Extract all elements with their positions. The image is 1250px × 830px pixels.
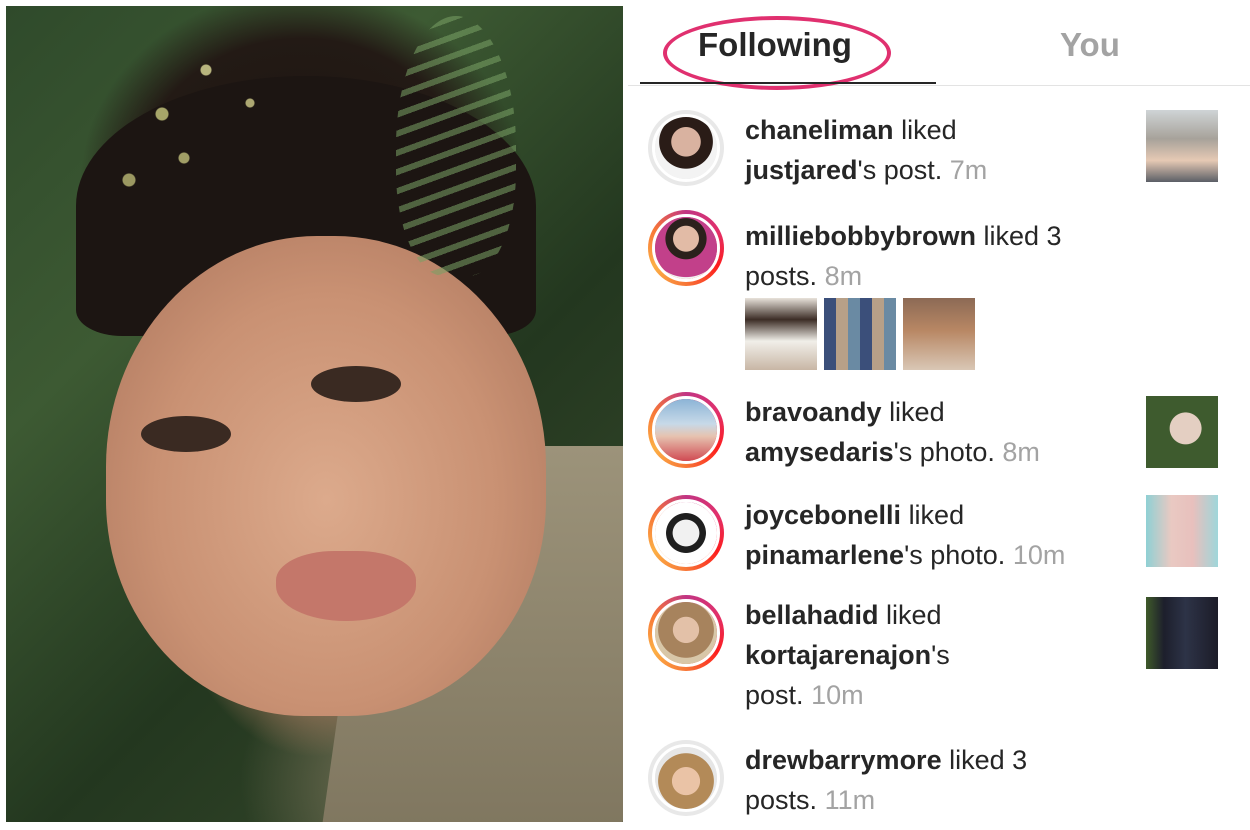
suffix: posts. (745, 785, 818, 815)
username[interactable]: drewbarrymore (745, 745, 942, 775)
activity-text: bellahadid liked kortajarenajon's post. … (745, 595, 1145, 715)
avatar[interactable] (652, 114, 720, 182)
avatar-ring (648, 110, 724, 186)
post-thumbnail[interactable] (1146, 495, 1218, 567)
suffix: 's (931, 640, 950, 670)
verb: liked (886, 600, 942, 630)
suffix: 's photo. (904, 540, 1006, 570)
tab-following[interactable]: Following (698, 26, 852, 64)
avatar[interactable] (652, 599, 720, 667)
post-thumbnail[interactable] (903, 298, 975, 370)
verb: liked 3 (949, 745, 1028, 775)
username[interactable]: bellahadid (745, 600, 879, 630)
activity-text: bravoandy liked amysedaris's photo. 8m (745, 392, 1145, 472)
verb: liked (889, 397, 945, 427)
timestamp: 8m (824, 261, 863, 291)
avatar-ring (648, 495, 724, 571)
avatar[interactable] (652, 744, 720, 812)
post-thumbnail[interactable] (1146, 597, 1218, 669)
timestamp: 11m (824, 785, 876, 815)
photo-eye-left (141, 416, 231, 452)
target-username[interactable]: amysedaris (745, 437, 894, 467)
suffix-line2: post. (745, 680, 804, 710)
username[interactable]: bravoandy (745, 397, 882, 427)
activity-tabs: Following You (628, 0, 1250, 90)
avatar-ring (648, 210, 724, 286)
post-thumbnail[interactable] (1146, 396, 1218, 468)
activity-panel: Following You chaneliman liked justjared… (628, 0, 1250, 830)
suffix: 's photo. (893, 437, 995, 467)
activity-text: joycebonelli liked pinamarlene's photo. … (745, 495, 1145, 575)
activity-text: chaneliman liked justjared's post. 7m (745, 110, 1145, 190)
post-thumbnails (745, 298, 985, 370)
photo-lips (276, 551, 416, 621)
suffix: 's post. (857, 155, 943, 185)
photo-flowers (96, 26, 316, 246)
avatar[interactable] (652, 214, 720, 282)
verb: liked 3 (983, 221, 1062, 251)
target-username[interactable]: kortajarenajon (745, 640, 931, 670)
photo-fern (396, 16, 516, 276)
avatar-ring (648, 740, 724, 816)
avatar-ring (648, 392, 724, 468)
verb: liked (908, 500, 965, 530)
post-thumbnail[interactable] (745, 298, 817, 370)
target-username[interactable]: pinamarlene (745, 540, 904, 570)
avatar[interactable] (652, 396, 720, 464)
target-username[interactable]: justjared (745, 155, 858, 185)
verb: liked (901, 115, 957, 145)
timestamp: 10m (811, 680, 864, 710)
tab-underline (640, 82, 936, 84)
activity-text: milliebobbybrown liked 3 posts. 8m (745, 216, 1145, 296)
username[interactable]: joycebonelli (745, 500, 901, 530)
timestamp: 8m (1002, 437, 1040, 467)
photo-face (106, 236, 546, 716)
timestamp: 7m (949, 155, 988, 185)
profile-photo (6, 6, 623, 822)
username[interactable]: chaneliman (745, 115, 894, 145)
avatar-ring (648, 595, 724, 671)
post-thumbnail[interactable] (824, 298, 896, 370)
avatar[interactable] (652, 499, 720, 567)
timestamp: 10m (1012, 540, 1066, 570)
username[interactable]: milliebobbybrown (745, 221, 976, 251)
tab-you[interactable]: You (1060, 26, 1120, 64)
suffix: posts. (745, 261, 818, 291)
post-thumbnail[interactable] (1146, 110, 1218, 182)
activity-text: drewbarrymore liked 3 posts. 11m (745, 740, 1145, 820)
photo-eye-right (311, 366, 401, 402)
